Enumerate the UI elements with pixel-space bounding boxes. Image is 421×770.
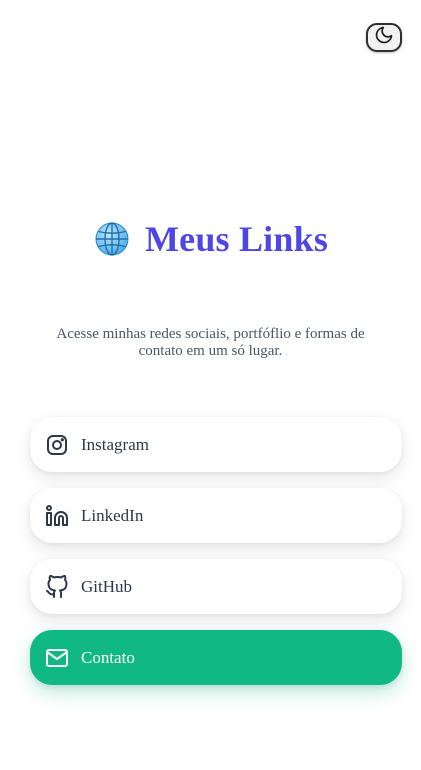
instagram-icon: [45, 433, 69, 457]
linkedin-link[interactable]: LinkedIn: [30, 488, 402, 543]
github-link[interactable]: GitHub: [30, 559, 402, 614]
page-title: Meus Links: [144, 219, 329, 259]
page-header: Meus Links: [0, 218, 421, 260]
instagram-label: Instagram: [81, 434, 149, 454]
contact-link[interactable]: Contato: [30, 630, 402, 685]
moon-icon: [374, 25, 394, 50]
github-icon: [45, 574, 69, 599]
globe-icon: [93, 220, 131, 258]
contact-label: Contato: [81, 647, 135, 667]
page-subtitle: Acesse minhas redes sociais, portfóflio …: [56, 326, 365, 359]
mail-icon: [45, 646, 69, 670]
linkedin-label: LinkedIn: [81, 505, 144, 525]
theme-toggle-button[interactable]: [366, 23, 402, 52]
linkedin-icon: [45, 504, 69, 528]
instagram-link[interactable]: Instagram: [30, 417, 402, 472]
github-label: GitHub: [81, 576, 132, 596]
links-list: Instagram LinkedIn GitHub Contato: [30, 417, 402, 701]
